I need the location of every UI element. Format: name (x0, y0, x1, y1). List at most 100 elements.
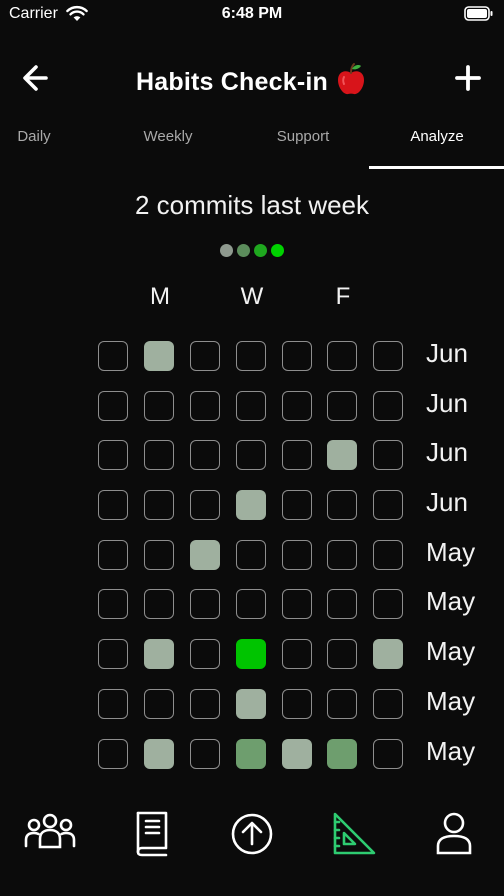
calendar-day-cell[interactable] (236, 490, 266, 521)
calendar-day-cell[interactable] (282, 539, 312, 570)
user-icon[interactable] (426, 808, 482, 858)
calendar-day-cell[interactable] (282, 440, 312, 471)
calendar-day-cell[interactable] (190, 688, 220, 719)
tab-analyze[interactable]: Analyze (374, 118, 500, 166)
calendar-day-cell[interactable] (327, 639, 357, 670)
calendar-day-cell[interactable] (327, 688, 357, 719)
page-title-text: Habits Check-in (136, 68, 328, 96)
calendar-day-cell[interactable] (190, 589, 220, 620)
calendar-day-cell[interactable] (236, 440, 266, 471)
calendar-day-cell[interactable] (236, 341, 266, 371)
calendar-day-cell[interactable] (190, 639, 220, 670)
calendar-day-cell[interactable] (98, 589, 128, 620)
intensity-legend (0, 244, 504, 260)
month-label: May (426, 735, 476, 766)
legend-dot (271, 244, 284, 257)
legend-dot (220, 244, 233, 257)
calendar-day-cell[interactable] (98, 738, 128, 769)
calendar-day-cell[interactable] (190, 539, 220, 570)
weekday-label-monday: M (150, 283, 170, 310)
calendar-day-cell[interactable] (98, 539, 128, 570)
calendar-day-cell[interactable] (327, 589, 357, 620)
legend-dot (254, 244, 267, 257)
calendar-day-cell[interactable] (236, 738, 266, 769)
month-label: May (426, 586, 476, 617)
calendar-day-cell[interactable] (144, 341, 174, 371)
calendar-day-cell[interactable] (236, 688, 266, 719)
calendar-day-cell[interactable] (373, 440, 403, 471)
calendar-day-cell[interactable] (190, 738, 220, 769)
calendar-day-cell[interactable] (98, 390, 128, 421)
calendar-day-cell[interactable] (144, 490, 174, 521)
month-label: Jun (426, 437, 468, 468)
tab-support[interactable]: Support (240, 118, 366, 166)
upload-circle-icon[interactable] (224, 808, 280, 858)
month-label: Jun (426, 487, 468, 518)
calendar-day-cell[interactable] (373, 390, 403, 421)
tab-daily[interactable]: Daily (0, 118, 97, 166)
bottom-tab-bar (0, 800, 504, 896)
month-label: Jun (426, 338, 468, 368)
calendar-day-cell[interactable] (236, 589, 266, 620)
calendar-day-cell[interactable] (327, 490, 357, 521)
calendar-day-cell[interactable] (144, 738, 174, 769)
calendar-day-cell[interactable] (98, 440, 128, 471)
calendar-day-cell[interactable] (282, 738, 312, 769)
calendar-day-cell[interactable] (190, 341, 220, 371)
month-label: Jun (426, 387, 468, 418)
book-icon[interactable] (124, 808, 180, 858)
group-icon[interactable] (22, 808, 78, 858)
plus-icon[interactable] (450, 62, 486, 94)
tab-weekly[interactable]: Weekly (105, 118, 231, 166)
calendar-day-cell[interactable] (98, 688, 128, 719)
calendar-day-cell[interactable] (282, 341, 312, 371)
calendar-day-cell[interactable] (282, 390, 312, 421)
weekday-label-wednesday: W (240, 283, 264, 310)
active-tab-indicator (369, 166, 504, 169)
calendar-day-cell[interactable] (144, 390, 174, 421)
status-bar: Carrier 6:48 PM (0, 0, 504, 30)
calendar-day-cell[interactable] (373, 688, 403, 719)
battery-icon (464, 6, 493, 21)
calendar-day-cell[interactable] (144, 440, 174, 471)
calendar-day-cell[interactable] (236, 639, 266, 670)
segment-tabs: Daily Weekly Support Analyze (0, 118, 504, 170)
calendar-day-cell[interactable] (236, 390, 266, 421)
calendar-day-cell[interactable] (327, 390, 357, 421)
month-label: May (426, 685, 476, 716)
calendar-day-cell[interactable] (144, 589, 174, 620)
weekly-summary: 2 commits last week (134, 190, 370, 220)
apple-icon (337, 63, 364, 95)
page-title: Habits Check-in (0, 62, 504, 97)
calendar-day-cell[interactable] (327, 341, 357, 371)
calendar-day-cell[interactable] (144, 639, 174, 670)
calendar-day-cell[interactable] (282, 589, 312, 620)
triangle-ruler-icon[interactable] (326, 808, 382, 858)
calendar-day-cell[interactable] (282, 639, 312, 670)
calendar-day-cell[interactable] (98, 341, 128, 371)
calendar-day-cell[interactable] (98, 490, 128, 521)
calendar-day-cell[interactable] (373, 639, 403, 670)
month-label: May (426, 636, 476, 667)
weekday-label-friday: F (335, 283, 351, 310)
legend-dot (237, 244, 250, 257)
calendar-day-cell[interactable] (190, 490, 220, 521)
calendar-day-cell[interactable] (327, 539, 357, 570)
calendar-day-cell[interactable] (190, 440, 220, 471)
calendar-day-cell[interactable] (282, 490, 312, 521)
calendar-day-cell[interactable] (373, 341, 403, 371)
calendar-day-cell[interactable] (282, 688, 312, 719)
calendar-day-cell[interactable] (373, 490, 403, 521)
calendar-day-cell[interactable] (327, 738, 357, 769)
calendar-day-cell[interactable] (373, 539, 403, 570)
calendar-day-cell[interactable] (236, 539, 266, 570)
calendar-day-cell[interactable] (327, 440, 357, 471)
calendar-day-cell[interactable] (373, 589, 403, 620)
calendar-day-cell[interactable] (144, 688, 174, 719)
calendar-day-cell[interactable] (373, 738, 403, 769)
clock: 6:48 PM (221, 5, 283, 22)
calendar-day-cell[interactable] (190, 390, 220, 421)
calendar-day-cell[interactable] (144, 539, 174, 570)
month-label: May (426, 536, 476, 567)
calendar-day-cell[interactable] (98, 639, 128, 670)
